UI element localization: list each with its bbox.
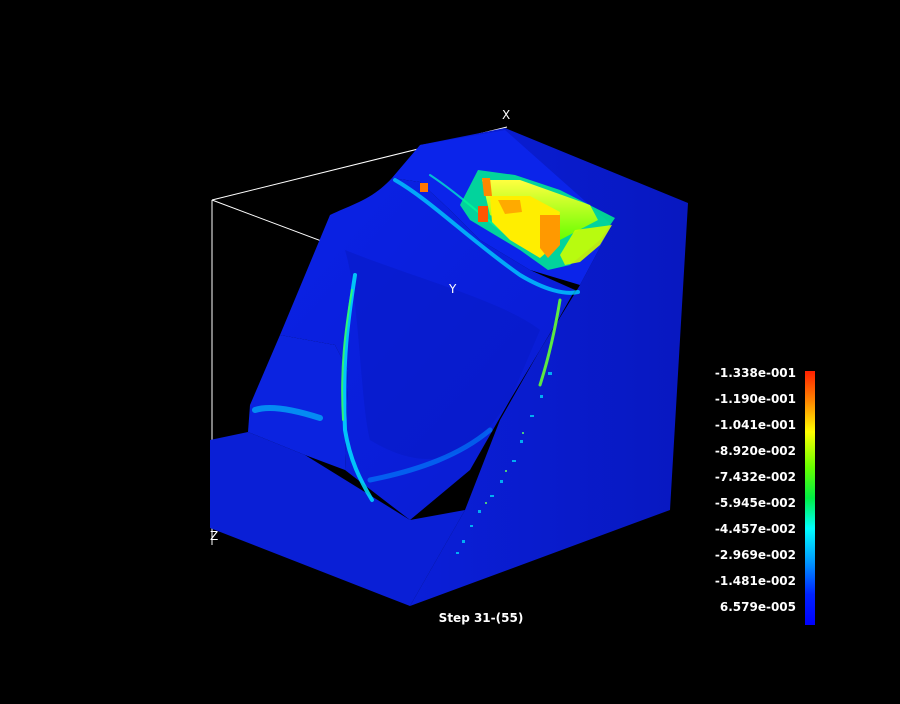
legend-tick: -5.945e-002 [714,496,796,510]
legend-tick: -1.481e-002 [714,574,796,588]
step-indicator: Step 31-(55) [438,611,524,625]
3d-viewport[interactable]: X Y Z Step 31-(55) -1.338e-001 -1.190e-0… [0,0,900,700]
legend-tick: -4.457e-002 [714,522,796,536]
legend-tick: -1.338e-001 [714,366,796,380]
legend-tick: -1.041e-001 [714,418,796,432]
color-legend: -1.338e-001 -1.190e-001 -1.041e-001 -8.9… [706,366,822,628]
y-axis-label: Y [449,282,457,296]
legend-tick: -7.432e-002 [714,470,796,484]
z-axis-label: Z [210,529,219,543]
legend-tick: -8.920e-002 [714,444,796,458]
x-axis-label: X [502,108,511,122]
legend-tick: -2.969e-002 [714,548,796,562]
legend-tick: 6.579e-005 [719,600,796,614]
colorbar [805,371,815,625]
legend-tick: -1.190e-001 [714,392,796,406]
